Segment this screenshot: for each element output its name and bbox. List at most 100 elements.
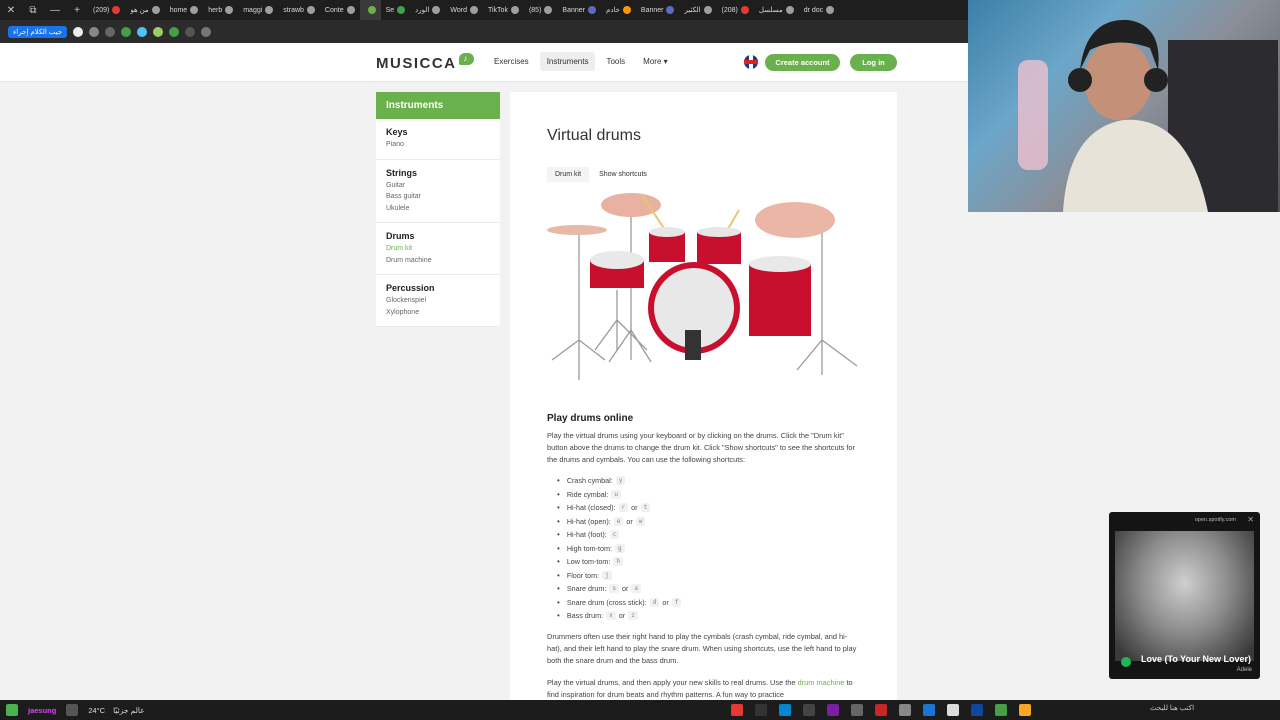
- star-icon[interactable]: [201, 26, 212, 37]
- or-text: or: [626, 516, 633, 526]
- browser-tab[interactable]: strawb: [278, 0, 320, 20]
- browser-tab[interactable]: Word: [445, 0, 483, 20]
- browser-tab[interactable]: الكثير: [679, 0, 716, 20]
- browser-tab[interactable]: home: [165, 0, 204, 20]
- high-tom[interactable]: [649, 227, 685, 262]
- or-text: or: [631, 503, 638, 513]
- webcam-overlay: [968, 0, 1280, 212]
- sidebar-item-glockenspiel[interactable]: Glockenspiel: [386, 295, 490, 307]
- browser-tab[interactable]: herb: [203, 0, 238, 20]
- window-icon[interactable]: ⧉: [22, 5, 44, 16]
- browser-tab[interactable]: TikTok: [483, 0, 524, 20]
- app-icon[interactable]: [971, 704, 983, 716]
- browser-tab[interactable]: maggi: [238, 0, 278, 20]
- nav-instruments[interactable]: Instruments: [539, 52, 596, 71]
- create-account-button[interactable]: Create account: [765, 54, 840, 71]
- favicon-icon: [397, 6, 406, 14]
- new-tab-icon[interactable]: +: [66, 5, 88, 16]
- hihat-cymbal[interactable]: [547, 225, 607, 235]
- browser-tab[interactable]: Banner: [557, 0, 601, 20]
- app-icon[interactable]: [923, 704, 935, 716]
- sidebar-item-guitar[interactable]: Guitar: [386, 180, 490, 192]
- bookmark-icon[interactable]: [185, 26, 196, 37]
- bookmark-pill[interactable]: جيب الكلام إجراء: [8, 25, 68, 38]
- app-icon[interactable]: [875, 704, 887, 716]
- technique-paragraph: Drummers often use their right hand to p…: [547, 632, 857, 665]
- spotify-mini-player[interactable]: open.spotify.com ✕ Love (To Your New Lov…: [1109, 512, 1260, 679]
- page-title: Virtual drums: [547, 127, 641, 144]
- bookmark-icon[interactable]: [73, 26, 84, 37]
- liked-check-icon[interactable]: [1121, 657, 1131, 667]
- nav-exercises[interactable]: Exercises: [487, 52, 536, 71]
- browser-tab[interactable]: Conte: [320, 0, 360, 20]
- browser-tab[interactable]: [359, 0, 381, 20]
- crash-cymbal[interactable]: [601, 193, 661, 217]
- browser-tab[interactable]: الورد: [410, 0, 445, 20]
- nav-tools[interactable]: Tools: [599, 52, 632, 71]
- app-icon[interactable]: [779, 704, 791, 716]
- shortcut-key: c: [609, 530, 620, 540]
- close-icon[interactable]: ✕: [1247, 515, 1254, 524]
- taskbar: jaesung 24°C عالم جزئيًا اكتب هنا للبحث: [0, 700, 1280, 720]
- app-icon[interactable]: [851, 704, 863, 716]
- bookmark-icon[interactable]: [153, 26, 164, 37]
- sidebar-item-drum-kit[interactable]: Drum kit: [386, 243, 490, 255]
- app-icon[interactable]: [755, 704, 767, 716]
- show-shortcuts-button[interactable]: Show shortcuts: [591, 167, 655, 182]
- shortcut-item: Hi-hat (closed):rort: [557, 501, 681, 515]
- favicon-icon: [587, 6, 596, 14]
- browser-tab[interactable]: Banner: [636, 0, 680, 20]
- sidebar-title: Instruments: [376, 92, 500, 119]
- browser-tab[interactable]: (208): [717, 0, 754, 20]
- taskbar-user[interactable]: jaesung: [28, 706, 56, 715]
- app-icon[interactable]: [899, 704, 911, 716]
- bookmark-icon[interactable]: [137, 26, 148, 37]
- browser-tab[interactable]: (85): [524, 0, 557, 20]
- taskbar-search[interactable]: اكتب هنا للبحث: [1150, 704, 1194, 712]
- ride-cymbal[interactable]: [755, 202, 835, 238]
- bookmark-icon[interactable]: [105, 26, 116, 37]
- login-button[interactable]: Log in: [850, 54, 897, 71]
- sidebar-item-bass-guitar[interactable]: Bass guitar: [386, 191, 490, 203]
- bookmarks-bar: جيب الكلام إجراء: [0, 20, 968, 43]
- drum-kit-button[interactable]: Drum kit: [547, 167, 590, 182]
- browser-tab[interactable]: خادم: [601, 0, 636, 20]
- sidebar-item-piano[interactable]: Piano: [386, 139, 490, 151]
- folder-icon[interactable]: [1019, 704, 1031, 716]
- uk-flag-icon[interactable]: [744, 55, 758, 69]
- browser-tab[interactable]: (209): [88, 0, 125, 20]
- chrome-icon[interactable]: [995, 704, 1007, 716]
- browser-tab[interactable]: من هو: [125, 0, 164, 20]
- shortcut-label: Low tom-tom:: [566, 557, 611, 567]
- musicca-logo[interactable]: MUSICCA ♪: [376, 52, 474, 72]
- bass-drum[interactable]: [648, 262, 740, 360]
- shortcut-list: Crash cymbal:yRide cymbal:uHi-hat (close…: [557, 474, 682, 623]
- browser-tab[interactable]: Se: [381, 0, 411, 20]
- bookmark-icon[interactable]: [89, 26, 100, 37]
- app-icon[interactable]: [947, 704, 959, 716]
- shortcut-key: e: [613, 516, 624, 526]
- nav-more[interactable]: More ▾: [636, 52, 674, 71]
- bookmark-icon[interactable]: [169, 26, 180, 37]
- drum-machine-link[interactable]: drum machine: [798, 678, 845, 687]
- app-icon[interactable]: [803, 704, 815, 716]
- browser-tab[interactable]: مسلسل: [754, 0, 799, 20]
- bookmark-icon[interactable]: [121, 26, 132, 37]
- favicon-icon: [346, 6, 355, 14]
- sidebar-item-drum-machine[interactable]: Drum machine: [386, 255, 490, 267]
- browser-tab[interactable]: dr doc: [799, 0, 839, 20]
- streamer-image: [1018, 19, 1278, 212]
- tab-strip: (209) من هو home herb maggi strawb Conte Se الور…: [88, 0, 839, 20]
- app-icon[interactable]: [731, 704, 743, 716]
- close-icon[interactable]: ✕: [0, 5, 22, 16]
- minimize-icon[interactable]: —: [44, 5, 66, 16]
- sidebar-item-ukulele[interactable]: Ukulele: [386, 203, 490, 215]
- start-icon[interactable]: [6, 704, 18, 716]
- favicon-icon: [367, 6, 376, 14]
- favicon-icon: [432, 6, 441, 14]
- snare-drum[interactable]: [590, 251, 644, 288]
- sidebar-item-xylophone[interactable]: Xylophone: [386, 307, 490, 319]
- floor-tom[interactable]: [749, 256, 811, 336]
- app-icon[interactable]: [827, 704, 839, 716]
- low-tom[interactable]: [697, 227, 741, 264]
